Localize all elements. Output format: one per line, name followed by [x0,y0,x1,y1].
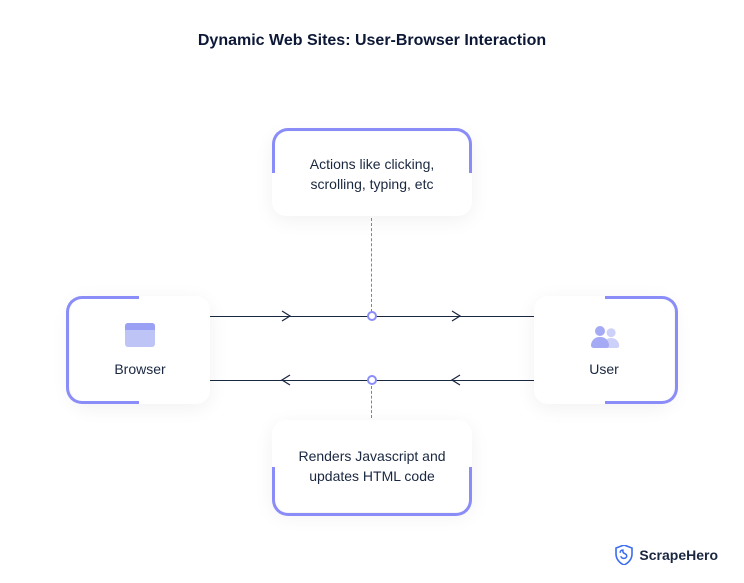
browser-icon [123,321,157,349]
node-actions-text: Actions like clicking, scrolling, typing… [292,154,452,195]
arrow-head-icon [280,374,292,386]
node-render: Renders Javascript and updates HTML code [272,420,472,512]
connector-circle-icon [367,311,377,321]
connector-dashed-top [371,218,372,312]
shield-icon [615,545,633,565]
arrow-browser-to-user-bottom [210,380,534,381]
node-user-label: User [589,359,619,379]
brand-text: ScrapeHero [639,547,718,563]
node-user: User [534,296,674,404]
arrow-head-icon [450,310,462,322]
connector-dashed-bottom [371,386,372,418]
diagram-title: Dynamic Web Sites: User-Browser Interact… [0,32,744,50]
brand-logo: ScrapeHero [615,545,718,565]
users-icon [587,321,621,349]
node-browser: Browser [70,296,210,404]
arrow-user-to-browser-top [210,316,534,317]
arrow-head-icon [280,310,292,322]
node-actions: Actions like clicking, scrolling, typing… [272,132,472,216]
connector-circle-icon [367,375,377,385]
node-render-text: Renders Javascript and updates HTML code [292,446,452,487]
node-browser-label: Browser [114,359,165,379]
arrow-head-icon [450,374,462,386]
